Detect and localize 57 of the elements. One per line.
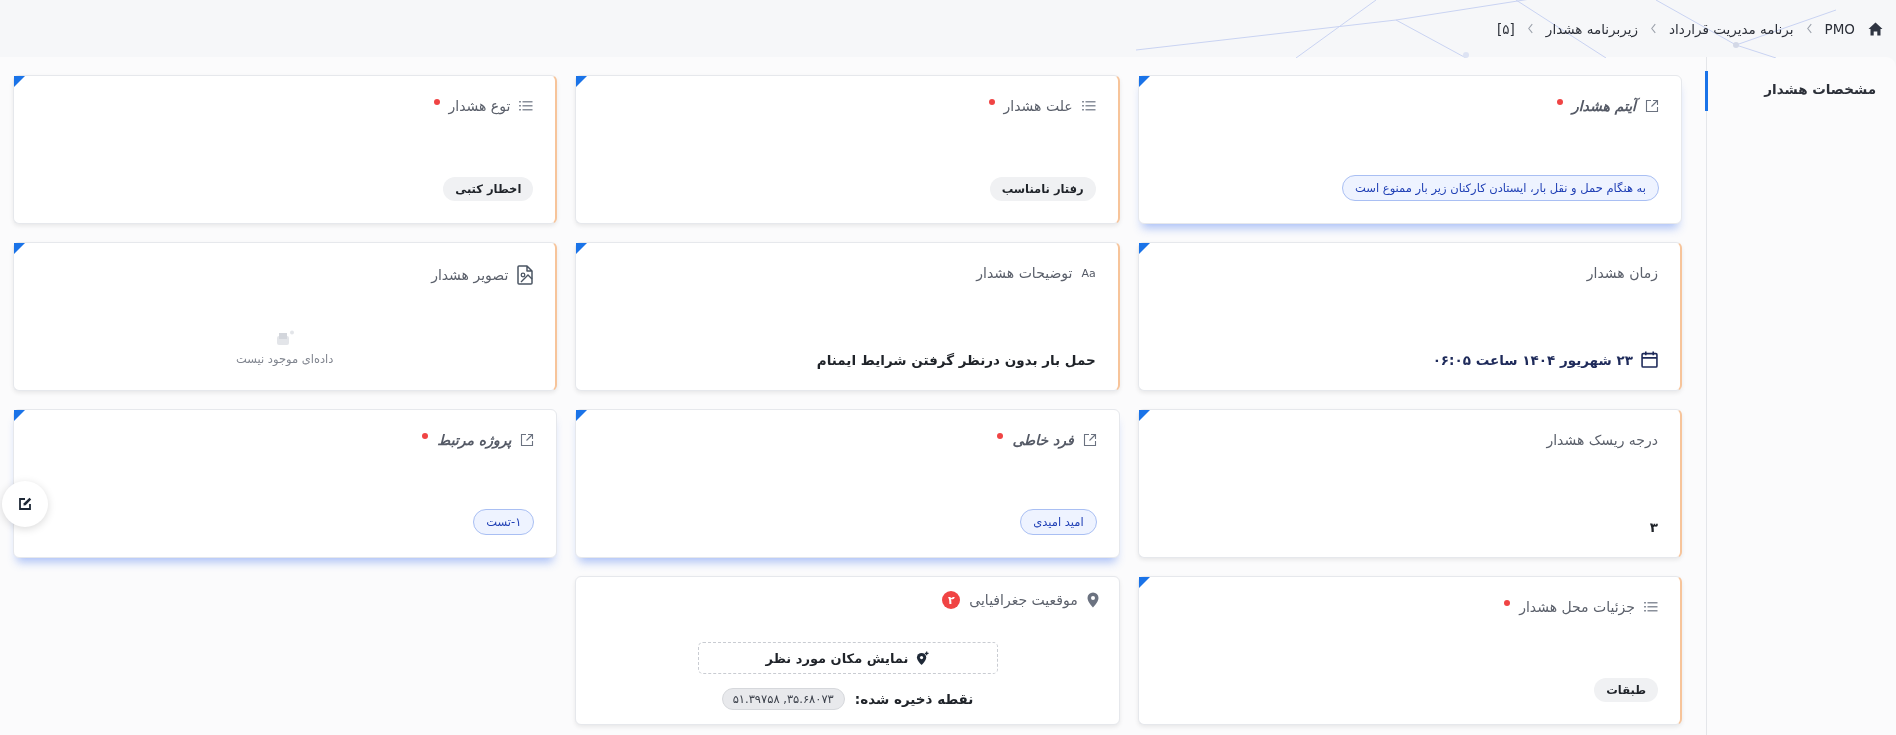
external-link-icon[interactable] <box>1645 99 1659 113</box>
image-file-icon <box>517 265 534 285</box>
field-label: فرد خاطی <box>1012 432 1074 448</box>
text-type-icon: Aa <box>1081 266 1096 280</box>
value-chip: طبقات <box>1594 678 1658 702</box>
value-chip[interactable]: امید امیدی <box>1020 509 1097 535</box>
breadcrumb-link[interactable]: برنامه مدیریت قرارداد <box>1668 20 1794 37</box>
pin-plus-icon <box>916 650 930 666</box>
value-chip[interactable]: به هنگام حمل و نقل بار، ایستادن کارکنان زیر بار ممنوع است <box>1342 175 1659 201</box>
corner-marker <box>1138 243 1150 254</box>
list-icon <box>1644 601 1658 613</box>
field-label: زمان هشدار <box>1586 265 1658 281</box>
calendar-icon <box>1641 351 1658 368</box>
field-label: جزئیات محل هشدار <box>1519 599 1635 615</box>
field-label: علت هشدار <box>1003 98 1073 114</box>
field-label: پروژه مرتبط <box>437 432 512 448</box>
chevron-icon <box>1526 23 1534 34</box>
field-label: تصویر هشدار <box>431 267 509 283</box>
field-label: توع هشدار <box>448 98 511 114</box>
sidebar-item[interactable]: مشخصات هشدار <box>1705 71 1896 111</box>
list-icon <box>519 100 534 112</box>
corner-marker <box>1138 577 1150 588</box>
external-link-icon[interactable] <box>520 433 535 447</box>
corner-marker <box>14 410 25 421</box>
chevron-icon <box>1805 23 1813 34</box>
field-label: درجه ریسک هشدار <box>1546 432 1658 448</box>
value-chip: رفتار نامناسب <box>989 177 1096 201</box>
list-icon <box>1081 100 1096 112</box>
field-label: موقعیت جغرافیایی <box>969 592 1078 608</box>
coordinates-chip: ۳۵.۶۸۰۷۳, ۵۱.۳۹۷۵۸ <box>721 688 845 710</box>
breadcrumb-link[interactable]: [۵] <box>1497 20 1515 37</box>
field-value: ۳ <box>1649 519 1658 535</box>
corner-marker <box>14 76 25 87</box>
value-chip: اخطار کتبی <box>443 177 534 201</box>
field-value: ۲۳ شهریور ۱۴۰۴ ساعت ۰۶:۰۵ <box>1432 351 1633 368</box>
chevron-icon <box>1649 23 1657 34</box>
count-badge: ۲ <box>942 591 961 609</box>
breadcrumb-link[interactable]: زیربرنامه هشدار <box>1545 20 1638 37</box>
corner-marker <box>1138 76 1150 87</box>
value-chip[interactable]: ۱-تست <box>473 509 535 535</box>
edit-button[interactable] <box>2 481 48 527</box>
edit-icon <box>18 497 32 511</box>
location-pin-icon <box>1086 592 1099 608</box>
corner-marker <box>576 410 588 421</box>
empty-state-text: داده‌ای موجود نیست <box>235 352 334 366</box>
field-label: توضیحات هشدار <box>976 265 1073 281</box>
field-value: حمل بار بدون درنظر گرفتن شرایط ایمنام <box>816 352 1096 368</box>
breadcrumb-link[interactable]: PMO <box>1824 20 1855 37</box>
saved-point-label: نقطه ذخیره شده: <box>854 691 974 707</box>
show-location-button[interactable]: نمایش مکان مورد نظر <box>697 642 998 674</box>
empty-inbox-icon <box>274 330 295 346</box>
external-link-icon[interactable] <box>1082 433 1097 447</box>
corner-marker <box>14 243 25 254</box>
corner-marker <box>1138 410 1150 421</box>
corner-marker <box>576 243 588 254</box>
corner-marker <box>576 76 588 87</box>
home-icon[interactable] <box>1867 20 1884 37</box>
